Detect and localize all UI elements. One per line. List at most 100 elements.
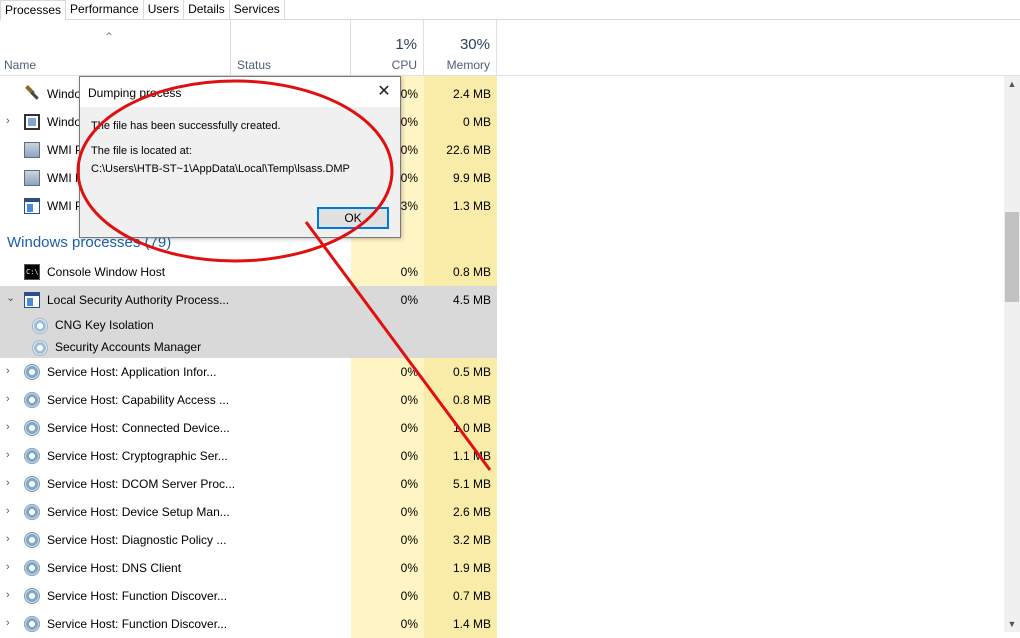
expand-chevron-icon[interactable]: › [6,561,16,573]
process-row[interactable]: › Service Host: Connected Device... 0% 1… [0,414,497,442]
process-memory: 2.4 MB [452,87,491,101]
dialog-file-path: C:\Users\HTB-ST~1\AppData\Local\Temp\lsa… [91,163,350,175]
process-cpu: 0% [400,449,418,463]
dumping-process-dialog: Dumping process ✕ The file has been succ… [79,76,401,238]
expand-chevron-icon[interactable]: › [6,589,16,601]
child-service-row[interactable]: Security Accounts Manager [0,336,497,358]
process-name: Service Host: Capability Access ... [47,393,230,407]
process-memory: 9.9 MB [452,171,491,185]
process-name: Windo [47,115,82,129]
process-row[interactable]: › Service Host: Device Setup Man... 0% 2… [0,498,497,526]
process-name: Service Host: Function Discover... [47,617,228,631]
memory-column-header[interactable]: 30% Memory [424,20,497,76]
process-memory: 0.7 MB [452,589,491,603]
process-name: WMI P [47,143,83,157]
expand-chevron-icon[interactable]: › [6,393,16,405]
gear-icon [24,420,40,436]
process-name: Service Host: Diagnostic Policy ... [47,533,227,547]
memory-column-label: Memory [446,58,490,72]
service-name: Security Accounts Manager [55,340,202,354]
child-service-row[interactable]: CNG Key Isolation [0,314,497,336]
gear-icon [24,616,40,632]
cpu-column-label: CPU [391,58,417,72]
process-cpu: 0% [400,561,418,575]
expand-chevron-icon[interactable]: › [6,365,16,377]
process-memory: 0.8 MB [452,265,491,279]
process-name: Service Host: DNS Client [47,561,182,575]
process-cpu: 0% [400,293,418,307]
expand-chevron-icon[interactable]: › [6,533,16,545]
wmi-icon [24,142,40,158]
expand-chevron-icon[interactable]: › [6,421,16,433]
status-column-header[interactable]: Status [231,20,351,76]
process-name: Service Host: Function Discover... [47,589,228,603]
tab-processes[interactable]: Processes [0,0,67,21]
process-cpu: 0% [400,589,418,603]
collapse-chevron-icon[interactable]: ⌄ [6,291,16,304]
process-name: Service Host: Cryptographic Ser... [47,449,228,463]
expand-chevron-icon[interactable]: › [6,115,16,127]
process-row[interactable]: › Service Host: DCOM Server Proc... 0% 5… [0,470,497,498]
process-memory: 4.5 MB [452,293,491,307]
close-icon[interactable]: ✕ [374,82,394,102]
process-row[interactable]: › Service Host: DNS Client 0% 1.9 MB [0,554,497,582]
tab-users[interactable]: Users [144,0,185,20]
gear-icon [24,560,40,576]
process-name: Service Host: Device Setup Man... [47,505,230,519]
process-cpu: 0% [400,477,418,491]
process-cpu: 0% [400,393,418,407]
process-row-selected[interactable]: ⌄ Local Security Authority Process... 0%… [0,286,497,314]
gear-icon [24,448,40,464]
vertical-scrollbar[interactable]: ▲ ▼ [1004,76,1020,632]
gear-icon [24,476,40,492]
window-icon [24,198,40,214]
process-name: Console Window Host [47,265,166,279]
cpu-total-percent: 1% [395,36,417,53]
scroll-up-arrow-icon[interactable]: ▲ [1004,76,1020,92]
scroll-down-arrow-icon[interactable]: ▼ [1004,616,1020,632]
process-memory: 5.1 MB [452,477,491,491]
console-icon [24,264,40,280]
scrollbar-thumb[interactable] [1005,212,1019,302]
expand-chevron-icon[interactable]: › [6,477,16,489]
gear-icon [24,588,40,604]
expand-chevron-icon[interactable]: › [6,617,16,629]
name-column-label: Name [4,58,37,72]
process-memory: 1.9 MB [452,561,491,575]
tab-details[interactable]: Details [184,0,230,20]
process-cpu: 0% [400,365,418,379]
process-row[interactable]: › Service Host: Capability Access ... 0%… [0,386,497,414]
process-cpu: 0% [400,617,418,631]
sort-ascending-icon: ⌃ [104,30,115,44]
dialog-titlebar[interactable]: Dumping process ✕ [80,77,400,107]
process-row[interactable]: › Service Host: Function Discover... 0% … [0,610,497,638]
process-name: Local Security Authority Process... [47,293,230,307]
cpu-column-header[interactable]: 1% CPU [351,20,424,76]
ok-button[interactable]: OK [317,207,389,229]
tab-services[interactable]: Services [230,0,285,20]
expand-chevron-icon[interactable]: › [6,505,16,517]
expand-chevron-icon[interactable]: › [6,449,16,461]
process-row[interactable]: Console Window Host 0% 0.8 MB [0,258,497,286]
process-memory: 3.2 MB [452,533,491,547]
process-row[interactable]: › Service Host: Function Discover... 0% … [0,582,497,610]
process-memory: 1.3 MB [452,199,491,213]
process-name: WMI P [47,199,83,213]
dialog-body: The file has been successfully created. … [80,107,400,237]
tab-performance[interactable]: Performance [66,0,144,20]
dialog-success-message: The file has been successfully created. [91,120,281,132]
window-icon [24,292,40,308]
name-column-header[interactable]: ⌃ Name [0,20,231,76]
gear-icon [24,532,40,548]
memory-total-percent: 30% [459,36,490,53]
process-name: Windo [47,87,82,101]
status-column-label: Status [237,58,272,72]
process-row[interactable]: › Service Host: Application Infor... 0% … [0,358,497,386]
process-name: Service Host: Application Infor... [47,365,217,379]
process-memory: 1.4 MB [452,617,491,631]
gear-icon [32,318,48,334]
service-name: CNG Key Isolation [55,318,154,332]
process-memory: 2.6 MB [452,505,491,519]
process-row[interactable]: › Service Host: Diagnostic Policy ... 0%… [0,526,497,554]
process-row[interactable]: › Service Host: Cryptographic Ser... 0% … [0,442,497,470]
